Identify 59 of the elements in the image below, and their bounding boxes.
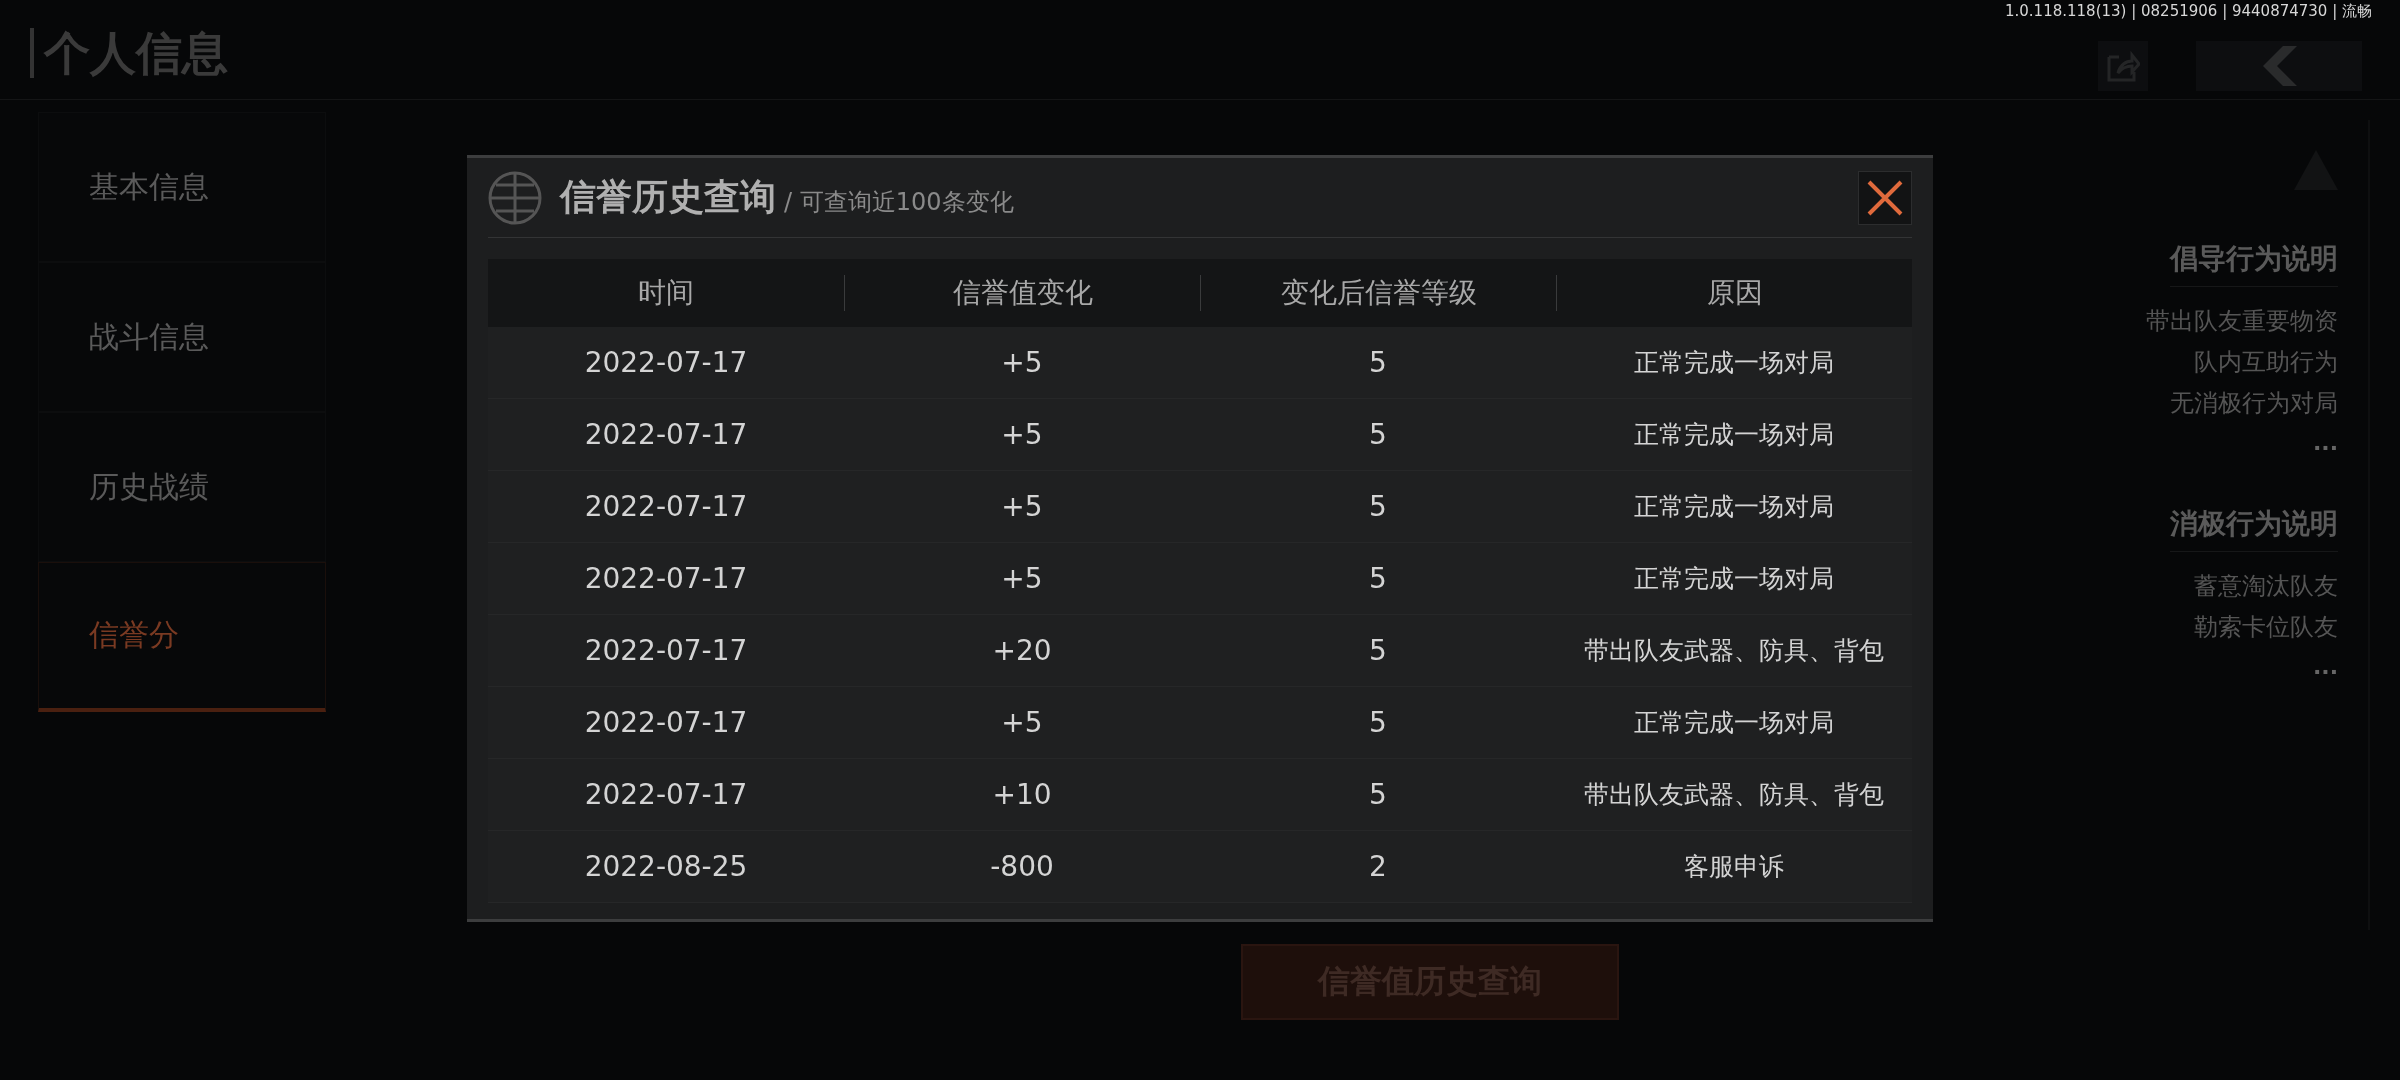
- table-cell-text: +5: [1000, 706, 1044, 739]
- table-cell-text: 正常完成一场对局: [1633, 707, 1835, 739]
- table-cell-text: 5: [1368, 706, 1388, 739]
- dialog-title: 信誉历史查询: [560, 175, 776, 219]
- sidebar-tab[interactable]: 历史战绩: [38, 412, 326, 562]
- table-cell-text: 5: [1368, 634, 1388, 667]
- dialog-subtitle: / 可查询近100条变化: [784, 186, 1014, 218]
- table-cell-text: 2022-07-17: [583, 706, 749, 739]
- sidebar-tab[interactable]: 基本信息: [38, 112, 326, 262]
- table-cell-text: +5: [1000, 490, 1044, 523]
- more-text: ...: [2312, 430, 2338, 455]
- table-cell-text: 带出队友武器、防具、背包: [1583, 779, 1885, 811]
- table-cell-text: 正常完成一场对局: [1633, 347, 1835, 379]
- table-cell-text: 2022-07-17: [583, 418, 749, 451]
- sidebar-tab[interactable]: 信誉分: [38, 562, 326, 712]
- table-cell-text: 2: [1368, 850, 1388, 883]
- close-icon: [1867, 179, 1903, 216]
- close-button[interactable]: [1858, 170, 1912, 225]
- column-header: 变化后信誉等级: [1200, 275, 1556, 311]
- table-cell-text: +10: [991, 778, 1053, 811]
- table-cell-text: 客服申诉: [1683, 851, 1785, 883]
- column-header: 原因: [1556, 275, 1912, 311]
- table-cell-text: 2022-08-25: [583, 850, 749, 883]
- table-cell-text: 2022-07-17: [583, 490, 749, 523]
- table-cell-text: -800: [989, 850, 1055, 883]
- column-header: 时间: [637, 275, 695, 311]
- rule-item: 勒索卡位队友: [2194, 612, 2338, 643]
- back-arrow-icon: [2261, 46, 2297, 86]
- column-header: 信誉值变化: [844, 275, 1200, 311]
- share-icon: [2106, 49, 2140, 83]
- table-cell-text: 2022-07-17: [583, 634, 749, 667]
- status-text: 1.0.118.118(13) | 08251906 | 9440874730 | 流畅: [2005, 2, 2372, 21]
- table-cell-text: 5: [1368, 562, 1388, 595]
- rule-item: 队内互助行为: [2194, 347, 2338, 378]
- section-title: 消极行为说明: [2170, 505, 2338, 552]
- rule-item: 无消极行为对局: [2170, 388, 2338, 419]
- table-cell-text: 5: [1368, 346, 1388, 379]
- table-cell-text: +5: [1000, 346, 1044, 379]
- table-cell-text: 正常完成一场对局: [1633, 563, 1835, 595]
- rule-item: 蓄意淘汰队友: [2194, 571, 2338, 602]
- table-cell-text: 2022-07-17: [583, 778, 749, 811]
- table-cell-text: 5: [1368, 778, 1388, 811]
- more-text: ...: [2312, 654, 2338, 679]
- sidebar-tab[interactable]: 战斗信息: [38, 262, 326, 412]
- table-cell-text: 带出队友武器、防具、背包: [1583, 635, 1885, 667]
- table-cell-text: 正常完成一场对局: [1633, 419, 1835, 451]
- table-cell-text: 5: [1368, 490, 1388, 523]
- table-cell-text: 2022-07-17: [583, 346, 749, 379]
- table-cell-text: +20: [991, 634, 1053, 667]
- back-button[interactable]: [2196, 41, 2362, 91]
- table-cell-text: 5: [1368, 418, 1388, 451]
- globe-icon: [488, 170, 542, 225]
- table-cell-text: 正常完成一场对局: [1633, 491, 1835, 523]
- table-cell-text: +5: [1000, 418, 1044, 451]
- table-cell-text: 2022-07-17: [583, 562, 749, 595]
- rule-item: 带出队友重要物资: [2146, 306, 2338, 337]
- table-cell-text: +5: [1000, 562, 1044, 595]
- section-title: 倡导行为说明: [2170, 240, 2338, 287]
- share-button[interactable]: [2098, 41, 2148, 91]
